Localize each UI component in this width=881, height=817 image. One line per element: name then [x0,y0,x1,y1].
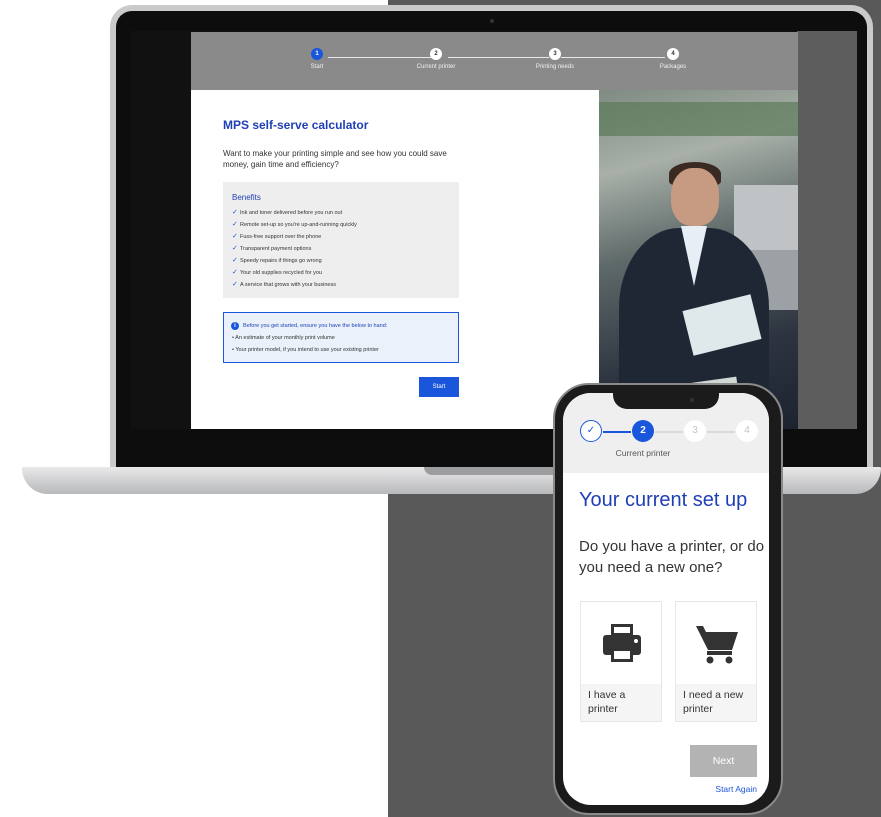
printer-icon [603,624,641,662]
phone-notch [613,391,719,409]
benefit-item: ✓ Ink and toner delivered before you run … [232,208,342,216]
step-label: Packages [659,64,687,70]
step-label: Start [310,64,324,70]
check-icon: ✓ [232,269,238,276]
option-icon-area [581,602,661,684]
benefit-item: ✓ Your old supplies recycled for you [232,268,322,276]
info-bullet: • An estimate of your monthly print volu… [232,335,335,341]
phone-screen: ✓ 2 3 4 Current printer Your current set… [563,393,769,805]
step-current-printer[interactable]: 2 Current printer [396,48,476,70]
calculator-app: 1 Start 2 Current printer 3 Printing nee… [191,32,798,429]
benefit-text: Remote set-up so you're up-and-running q… [240,222,357,228]
step-packages[interactable]: 4 Packages [633,48,713,70]
progress-stepper: 1 Start 2 Current printer 3 Printing nee… [191,32,798,90]
next-button[interactable]: Next [690,745,757,777]
step-printing-needs[interactable]: 3 Printing needs [515,48,595,70]
stepper-connector [603,431,631,433]
info-bullet-text: Your printer model, if you intend to use… [235,347,379,353]
option-label: I have a printer [588,689,626,715]
laptop-hinge-notch [424,467,564,475]
benefits-panel: Benefits ✓ Ink and toner delivered before… [223,182,459,298]
step-number: 2 [430,48,442,60]
step-complete-check-icon[interactable]: ✓ [580,420,602,442]
info-bullet: • Your printer model, if you intend to u… [232,347,379,353]
check-icon: ✓ [232,209,238,216]
step-number: 4 [667,48,679,60]
phone-camera [690,398,694,402]
current-step-label: Current printer [615,448,671,458]
start-again-link[interactable]: Start Again [693,784,757,794]
page-title: MPS self-serve calculator [223,118,369,132]
step-label: Current printer [416,64,456,70]
step-label: Printing needs [535,64,575,70]
screen-shadow [797,31,857,429]
step-printing-needs[interactable]: 3 [684,420,706,442]
check-icon: ✓ [232,245,238,252]
step-current-printer[interactable]: 2 [632,420,654,442]
step-number: 3 [549,48,561,60]
check-icon: ✓ [232,233,238,240]
info-notice: i Before you get started, ensure you hav… [223,312,459,363]
check-icon: ✓ [232,281,238,288]
option-label: I need a new printer [683,689,744,715]
start-button[interactable]: Start [419,377,459,397]
step-start[interactable]: 1 Start [277,48,357,70]
benefit-item: ✓ Remote set-up so you're up-and-running … [232,220,357,228]
intro-text: Want to make your printing simple and se… [223,149,447,169]
info-bullet-text: An estimate of your monthly print volume [235,335,335,341]
shopping-cart-icon [696,626,738,664]
step-number: 1 [311,48,323,60]
benefit-item: ✓ Speedy repairs if things go wrong [232,256,322,264]
printer-question: Do you have a printer, or do you need a … [579,538,765,576]
phone-page-title: Your current set up [579,489,748,511]
option-icon-area [676,602,756,684]
laptop-camera [490,19,494,23]
stepper-connector [707,431,735,433]
benefits-title: Benefits [232,193,261,202]
benefit-item: ✓ Transparent payment options [232,244,311,252]
benefit-text: Ink and toner delivered before you run o… [240,210,343,216]
benefit-text: A service that grows with your business [240,282,336,288]
stepper-connector [655,431,683,433]
option-have-printer[interactable]: I have a printer [580,601,662,722]
benefit-text: Transparent payment options [240,246,312,252]
info-heading: Before you get started, ensure you have … [243,323,388,329]
benefit-item: ✓ Fuss-free support over the phone [232,232,321,240]
option-need-new-printer[interactable]: I need a new printer [675,601,757,722]
info-icon: i [231,322,239,330]
benefit-text: Speedy repairs if things go wrong [240,258,322,264]
hero-photo [599,90,798,429]
check-icon: ✓ [232,221,238,228]
check-icon: ✓ [232,257,238,264]
benefit-text: Your old supplies recycled for you [240,270,323,276]
step-packages[interactable]: 4 [736,420,758,442]
benefit-item: ✓ A service that grows with your business [232,280,336,288]
benefit-text: Fuss-free support over the phone [240,234,322,240]
